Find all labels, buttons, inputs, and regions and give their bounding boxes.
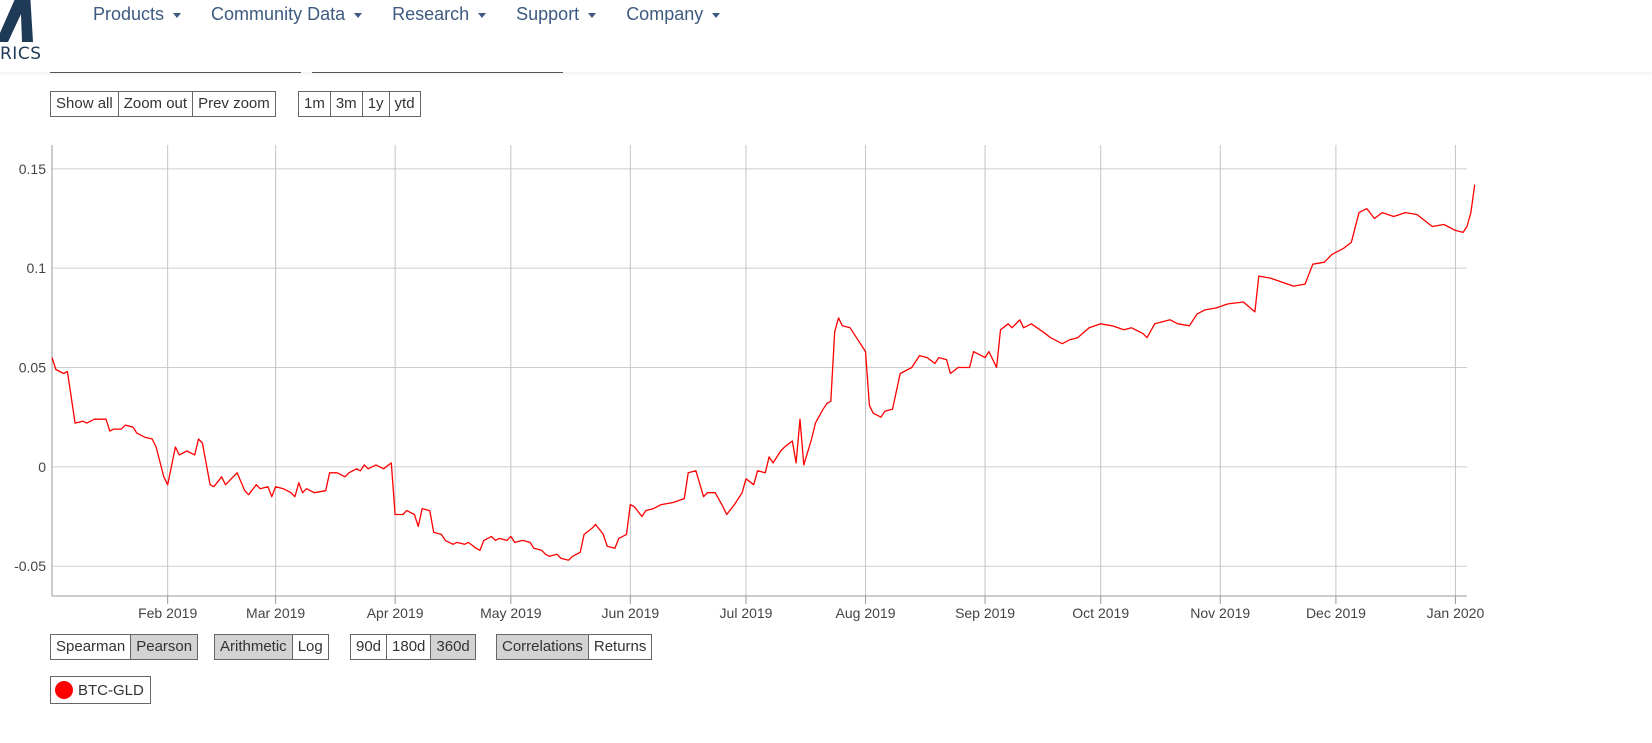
arithmetic-button[interactable]: Arithmetic xyxy=(214,634,293,660)
range-1m-button[interactable]: 1m xyxy=(298,91,331,117)
y-tick-label: 0.15 xyxy=(19,161,46,177)
logo-wordmark[interactable]: RICS xyxy=(0,44,42,64)
top-navigation-bar: RICS Products Community Data Research Su… xyxy=(0,0,1652,72)
y-tick-label: 0 xyxy=(38,459,46,475)
scale-controls: Arithmetic Log xyxy=(214,634,329,660)
range-1y-button[interactable]: 1y xyxy=(361,91,390,117)
caret-down-icon xyxy=(173,12,182,18)
x-tick-label: May 2019 xyxy=(480,605,542,621)
logo-icon[interactable] xyxy=(0,0,40,42)
spearman-button[interactable]: Spearman xyxy=(50,634,132,660)
x-tick-label: Feb 2019 xyxy=(138,605,197,621)
x-tick-label: Jun 2019 xyxy=(602,605,660,621)
nav-label: Support xyxy=(516,3,580,24)
nav-products[interactable]: Products xyxy=(93,3,182,25)
caret-down-icon xyxy=(478,12,487,18)
nav-support[interactable]: Support xyxy=(516,3,597,25)
chart-grid xyxy=(52,145,1467,596)
legend-label: BTC-GLD xyxy=(78,681,144,699)
caret-down-icon xyxy=(354,12,363,18)
nav-label: Products xyxy=(93,3,165,24)
x-tick-label: Sep 2019 xyxy=(955,605,1015,621)
method-controls: Spearman Pearson xyxy=(50,634,199,660)
y-tick-label: 0.05 xyxy=(19,360,46,376)
y-tick-label: -0.05 xyxy=(14,558,46,574)
x-tick-label: Mar 2019 xyxy=(246,605,305,621)
search-field-underline[interactable] xyxy=(50,72,301,73)
window-90d-button[interactable]: 90d xyxy=(350,634,388,660)
legend-item-btc-gld[interactable]: BTC-GLD xyxy=(50,676,151,704)
correlations-button[interactable]: Correlations xyxy=(496,634,589,660)
chart-series xyxy=(51,184,1476,561)
correlation-chart[interactable]: 0.15 0.1 0.05 0 -0.05 Feb 2019 Mar 2019 Apr 201… xyxy=(0,140,1652,630)
window-180d-button[interactable]: 180d xyxy=(386,634,432,660)
caret-down-icon xyxy=(588,12,597,18)
log-button[interactable]: Log xyxy=(291,634,329,660)
range-controls: 1m 3m 1y ytd xyxy=(298,91,421,117)
returns-button[interactable]: Returns xyxy=(587,634,653,660)
nav-community-data[interactable]: Community Data xyxy=(211,3,363,25)
x-tick-label: Apr 2019 xyxy=(367,605,424,621)
x-tick-label: Dec 2019 xyxy=(1306,605,1366,621)
main-nav: Products Community Data Research Support… xyxy=(93,3,750,25)
x-tick-label: Nov 2019 xyxy=(1190,605,1250,621)
x-tick-label: Jul 2019 xyxy=(720,605,773,621)
nav-label: Company xyxy=(626,3,704,24)
view-controls: Correlations Returns xyxy=(496,634,653,660)
y-tick-label: 0.1 xyxy=(27,260,47,276)
nav-label: Community Data xyxy=(211,3,346,24)
nav-research[interactable]: Research xyxy=(392,3,487,25)
range-3m-button[interactable]: 3m xyxy=(329,91,363,117)
show-all-button[interactable]: Show all xyxy=(50,91,119,117)
search-field-underline[interactable] xyxy=(312,72,563,73)
chart-axes: 0.15 0.1 0.05 0 -0.05 Feb 2019 Mar 2019 Apr 201… xyxy=(14,145,1484,621)
x-tick-label: Aug 2019 xyxy=(836,605,896,621)
caret-down-icon xyxy=(712,12,721,18)
series-color-dot-icon xyxy=(55,681,73,699)
nav-company[interactable]: Company xyxy=(626,3,721,25)
x-tick-label: Oct 2019 xyxy=(1072,605,1129,621)
nav-label: Research xyxy=(392,3,470,24)
x-tick-label: Jan 2020 xyxy=(1427,605,1485,621)
series-line-btc-gld xyxy=(51,184,1476,561)
window-360d-button[interactable]: 360d xyxy=(430,634,476,660)
zoom-out-button[interactable]: Zoom out xyxy=(117,91,194,117)
prev-zoom-button[interactable]: Prev zoom xyxy=(192,91,276,117)
zoom-controls: Show all Zoom out Prev zoom xyxy=(50,91,276,117)
pearson-button[interactable]: Pearson xyxy=(130,634,199,660)
range-ytd-button[interactable]: ytd xyxy=(388,91,421,117)
window-controls: 90d 180d 360d xyxy=(350,634,476,660)
